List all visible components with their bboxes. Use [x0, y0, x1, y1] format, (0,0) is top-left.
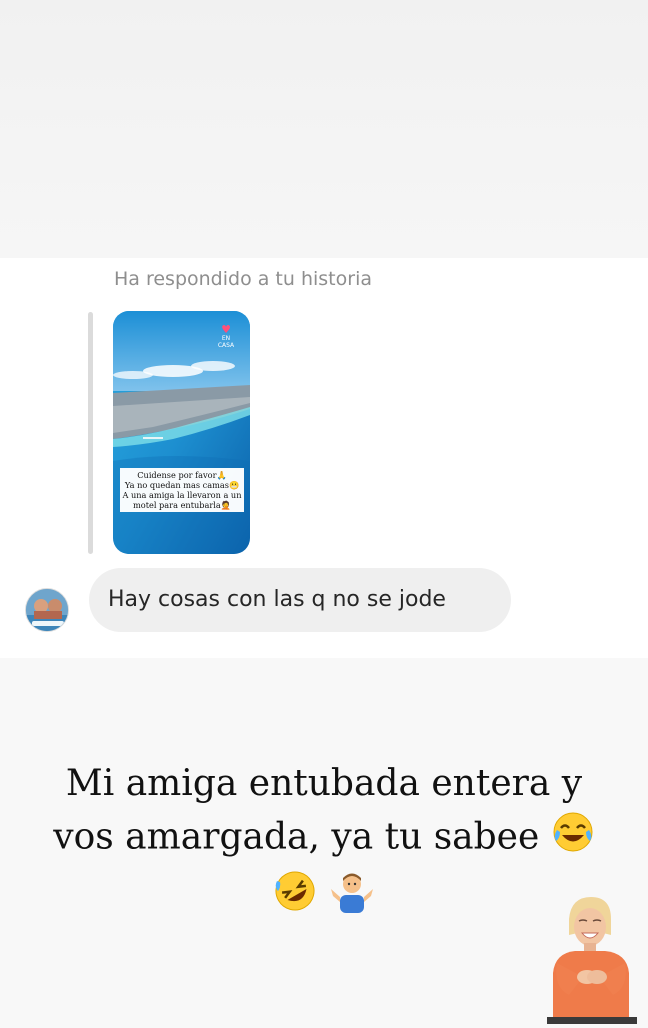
heart-icon: ♥	[221, 323, 231, 336]
background-top	[0, 0, 648, 258]
story-caption-line: motel para entubarla🤦	[133, 500, 231, 510]
joy-emoji-icon	[551, 810, 595, 869]
avatar[interactable]	[25, 588, 69, 632]
shrug-emoji-icon	[329, 869, 375, 928]
overlay-line-2: vos amargada, ya tu sabee	[53, 816, 540, 858]
message-text: Hay cosas con las q no se jode	[108, 587, 446, 612]
story-caption: Cuidense por favor🙏 Ya no quedan mas cam…	[120, 468, 244, 512]
reply-label: Ha respondido a tu historia	[114, 268, 372, 290]
story-caption-line: A una amiga la llevaron a un	[122, 490, 242, 500]
rofl-emoji-icon	[273, 869, 317, 928]
laughing-woman-sticker	[547, 895, 637, 1024]
overlay-line-2-wrap: vos amargada, ya tu sabee	[30, 810, 618, 869]
overlay-emoji-row	[30, 869, 618, 928]
avatar-image	[26, 589, 68, 631]
story-thumbnail[interactable]: ♥ EN CASA Cuidense por favor🙏 Ya no qued…	[113, 311, 250, 554]
story-caption-line: Ya no quedan mas camas😬	[124, 480, 240, 490]
story-overlay-text: Mi amiga entubada entera y vos amargada,…	[30, 758, 618, 928]
overlay-line-1: Mi amiga entubada entera y	[65, 763, 583, 804]
story-caption-line: Cuidense por favor🙏	[137, 470, 227, 480]
message-bubble[interactable]: Hay cosas con las q no se jode	[89, 568, 511, 632]
story-logo: ♥ EN CASA	[214, 323, 238, 349]
reply-quote-bar	[88, 312, 93, 554]
story-logo-text: EN CASA	[217, 335, 235, 349]
